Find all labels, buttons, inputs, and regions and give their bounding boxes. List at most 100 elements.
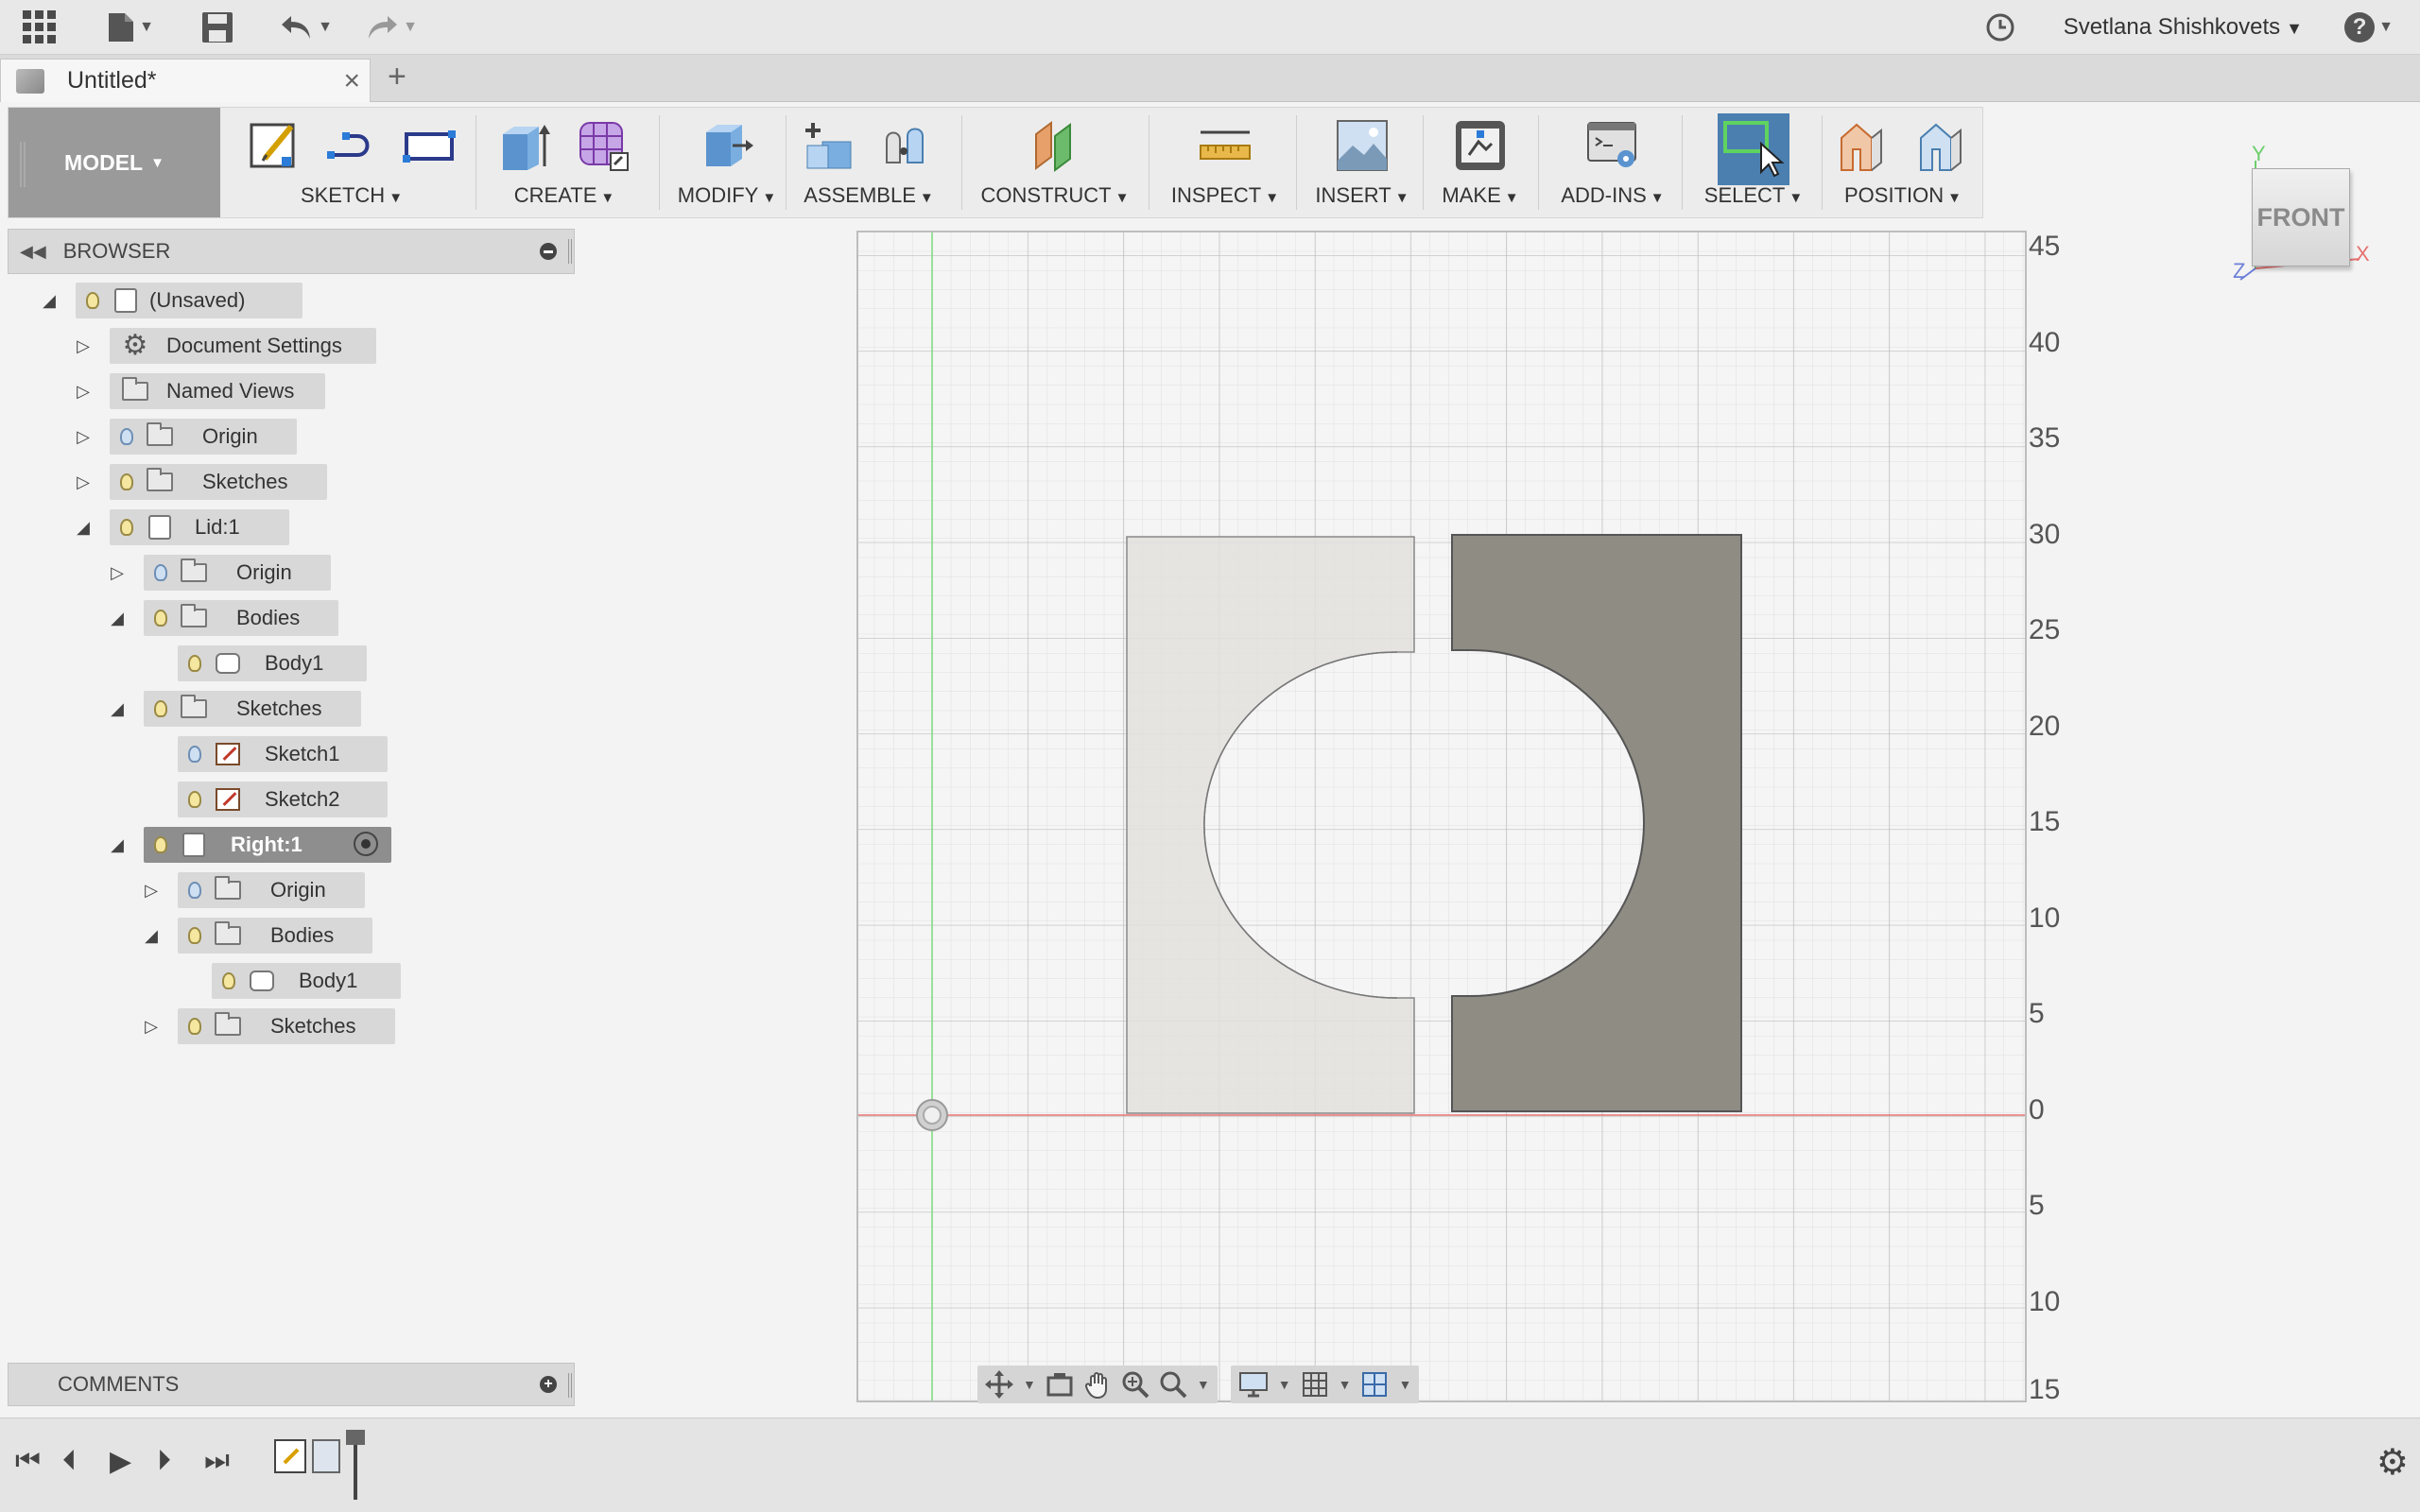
design-canvas[interactable] — [858, 232, 2027, 1402]
visibility-bulb-icon[interactable] — [110, 419, 144, 455]
select-tool-icon[interactable] — [1718, 113, 1789, 185]
chevron-down-icon[interactable]: ▼ — [1197, 1377, 1210, 1392]
view-cube-front-face[interactable]: FRONT — [2252, 168, 2350, 266]
job-status-clock-icon[interactable] — [1981, 0, 2019, 55]
browser-panel-header[interactable]: ◀◀ BROWSER — [8, 229, 575, 274]
new-component-icon[interactable] — [802, 117, 858, 174]
origin-marker-icon[interactable] — [916, 1099, 948, 1131]
user-account-menu[interactable]: Svetlana Shishkovets ▼ — [2064, 0, 2303, 55]
visibility-bulb-icon[interactable] — [178, 918, 212, 954]
expand-arrow-icon[interactable]: ▷ — [142, 1017, 161, 1036]
collapse-arrow-icon[interactable]: ◢ — [108, 699, 127, 718]
visibility-bulb-icon[interactable] — [76, 283, 110, 318]
visibility-bulb-icon[interactable] — [178, 872, 212, 908]
chevron-down-icon[interactable]: ▼ — [1339, 1377, 1352, 1392]
expand-arrow-icon[interactable]: ▷ — [74, 472, 93, 491]
extrude-icon[interactable] — [497, 117, 554, 174]
viewports-icon[interactable] — [1360, 1370, 1389, 1399]
look-at-icon[interactable] — [1046, 1370, 1074, 1399]
measure-icon[interactable] — [1197, 117, 1253, 174]
press-pull-icon[interactable] — [699, 117, 755, 174]
grid-snap-icon[interactable] — [1301, 1370, 1329, 1399]
go-to-end-icon[interactable]: ⏭ — [204, 1445, 230, 1477]
position-menu[interactable]: POSITION ▼ — [1827, 183, 1979, 208]
visibility-bulb-icon[interactable] — [178, 1008, 212, 1044]
step-back-icon[interactable]: ⏴ — [62, 1445, 77, 1477]
minimize-panel-icon[interactable] — [540, 243, 557, 260]
expand-arrow-icon[interactable]: ▷ — [142, 881, 161, 900]
sketch-menu[interactable]: SKETCH ▼ — [233, 183, 470, 208]
timeline-marker[interactable] — [346, 1430, 365, 1500]
pan-hand-icon[interactable] — [1083, 1370, 1112, 1399]
chevron-down-icon[interactable]: ▼ — [1398, 1377, 1411, 1392]
visibility-bulb-icon[interactable] — [144, 600, 178, 636]
timeline-extrude-feature-icon[interactable] — [312, 1439, 340, 1473]
display-settings-icon[interactable] — [1238, 1370, 1269, 1399]
inspect-menu[interactable]: INSPECT ▼ — [1156, 183, 1294, 208]
select-menu[interactable]: SELECT ▼ — [1687, 183, 1820, 208]
revert-position-icon[interactable] — [1913, 117, 1970, 174]
orbit-icon[interactable] — [985, 1370, 1013, 1399]
visibility-bulb-icon[interactable] — [110, 509, 144, 545]
insert-menu[interactable]: INSERT ▼ — [1304, 183, 1421, 208]
panel-resize-grip[interactable] — [568, 239, 572, 264]
add-comment-icon[interactable]: + — [540, 1376, 557, 1393]
line-tool-icon[interactable] — [323, 117, 380, 174]
expand-arrow-icon[interactable]: ▷ — [74, 427, 93, 446]
timeline-settings-gear-icon[interactable]: ⚙ — [2377, 1441, 2409, 1484]
help-menu[interactable]: ? ▼ — [2341, 0, 2397, 55]
toolbar-grip[interactable] — [20, 142, 26, 187]
fit-zoom-icon[interactable] — [1159, 1370, 1187, 1399]
visibility-bulb-icon[interactable] — [144, 555, 178, 591]
view-cube[interactable]: Y FRONT X Z — [2231, 142, 2373, 284]
make-menu[interactable]: MAKE ▼ — [1428, 183, 1532, 208]
activate-component-radio-icon[interactable] — [354, 832, 378, 856]
redo-icon[interactable]: ▼ — [355, 0, 427, 55]
collapse-arrow-icon[interactable]: ◢ — [74, 518, 93, 537]
canvas-viewport[interactable] — [856, 231, 2027, 1402]
app-grid-icon[interactable] — [19, 0, 60, 55]
play-icon[interactable]: ▶ — [110, 1445, 131, 1478]
visibility-bulb-icon[interactable] — [178, 736, 212, 772]
assemble-menu[interactable]: ASSEMBLE ▼ — [791, 183, 946, 208]
3d-print-icon[interactable] — [1452, 117, 1509, 174]
save-icon[interactable] — [197, 0, 238, 55]
create-sketch-icon[interactable] — [246, 117, 302, 174]
visibility-bulb-icon[interactable] — [178, 645, 212, 681]
document-tab[interactable]: Untitled* × — [0, 59, 371, 102]
collapse-arrow-icon[interactable]: ◢ — [142, 926, 161, 945]
visibility-bulb-icon[interactable] — [144, 827, 178, 863]
zoom-icon[interactable] — [1121, 1370, 1150, 1399]
timeline-sketch-feature-icon[interactable] — [274, 1439, 306, 1473]
expand-arrow-icon[interactable]: ▷ — [108, 563, 127, 582]
chevron-down-icon[interactable]: ▼ — [1278, 1377, 1291, 1392]
new-tab-icon[interactable]: + — [388, 59, 406, 95]
workspace-switcher-button[interactable]: MODEL ▼ — [9, 108, 220, 217]
comments-panel-header[interactable]: COMMENTS + — [8, 1363, 575, 1406]
rectangle-tool-icon[interactable] — [401, 117, 458, 174]
modify-menu[interactable]: MODIFY ▼ — [665, 183, 789, 208]
go-to-start-icon[interactable]: ⏮ — [15, 1445, 41, 1477]
scripts-addins-icon[interactable] — [1584, 117, 1641, 174]
insert-image-icon[interactable] — [1334, 117, 1391, 174]
close-tab-icon[interactable]: × — [343, 65, 360, 97]
expand-arrow-icon[interactable]: ▷ — [74, 336, 93, 355]
file-menu-icon[interactable]: ▼ — [100, 0, 161, 55]
undo-icon[interactable]: ▼ — [270, 0, 342, 55]
panel-resize-grip[interactable] — [568, 1373, 572, 1398]
chevron-down-icon[interactable]: ▼ — [1023, 1377, 1036, 1392]
collapse-arrow-icon[interactable]: ◢ — [40, 291, 59, 310]
visibility-bulb-icon[interactable] — [110, 464, 144, 500]
create-menu[interactable]: CREATE ▼ — [481, 183, 648, 208]
collapse-arrow-icon[interactable]: ◢ — [108, 835, 127, 854]
construct-menu[interactable]: CONSTRUCT ▼ — [969, 183, 1141, 208]
visibility-bulb-icon[interactable] — [212, 963, 246, 999]
addins-menu[interactable]: ADD-INS ▼ — [1544, 183, 1682, 208]
visibility-bulb-icon[interactable] — [144, 691, 178, 727]
form-icon[interactable] — [575, 117, 631, 174]
offset-plane-icon[interactable] — [1027, 117, 1083, 174]
collapse-panel-icon[interactable]: ◀◀ — [20, 242, 46, 262]
capture-position-icon[interactable] — [1836, 117, 1893, 174]
joint-icon[interactable] — [879, 117, 936, 174]
visibility-bulb-icon[interactable] — [178, 782, 212, 817]
